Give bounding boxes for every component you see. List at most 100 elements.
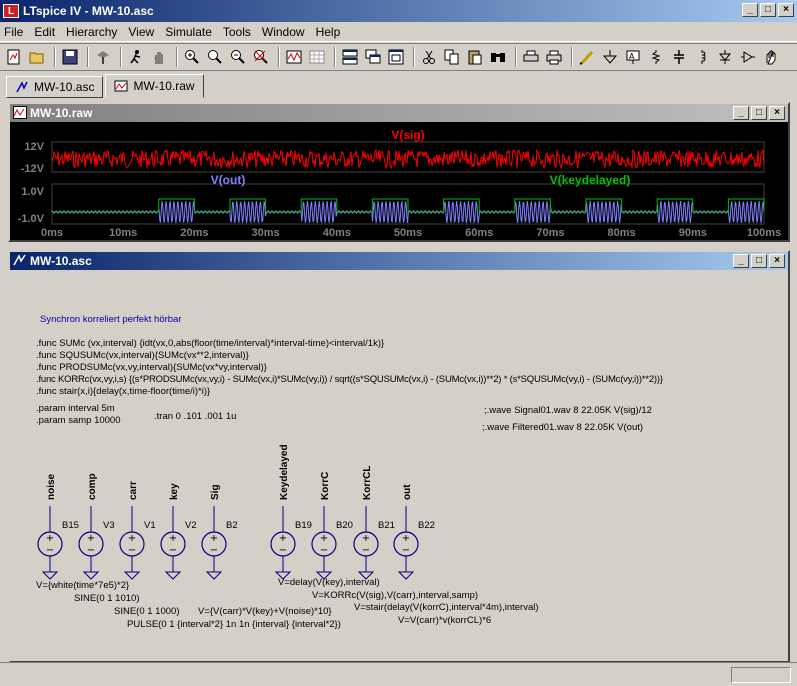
source-value[interactable]: V=stair(delay(V(korrC),interval*4m),inte… [354,602,539,613]
menu-file[interactable]: File [4,25,23,39]
voltage-source[interactable]: +− B2 Sig [201,484,238,580]
zoom-out-icon[interactable] [228,47,248,67]
source-value[interactable]: V=delay(V(key),interval) [278,577,380,588]
tab-schematic-label: MW-10.asc [34,80,95,94]
paste-icon[interactable] [465,47,485,67]
draw-wire-icon[interactable] [577,47,597,67]
net-label: Sig [210,484,221,500]
zoom-cancel-icon[interactable] [251,47,271,67]
voltage-source[interactable]: +− V2 key [160,483,197,580]
voltage-source[interactable]: +− V1 carr [119,481,156,580]
component-icon[interactable] [738,47,758,67]
trace-label-v-out[interactable]: V(out) [211,173,246,187]
move-icon[interactable] [761,47,781,67]
resistor-icon[interactable] [646,47,666,67]
tile-horizontal-icon[interactable] [340,47,360,67]
close-button[interactable]: × [778,3,794,17]
menu-simulate[interactable]: Simulate [165,25,212,39]
waveform-icon [13,106,27,119]
menu-hierarchy[interactable]: Hierarchy [66,25,117,39]
source-value[interactable]: PULSE(0 1 {interval*2} 1n 1n {interval} … [127,619,341,630]
waveform-plot[interactable]: V(sig) V(out) V(keydelayed) 12V -12V 1.0… [10,122,788,240]
component-name: V3 [103,520,115,531]
source-value[interactable]: V=KORRc(V(sig),V(carr),interval,samp) [312,590,478,601]
waveform-close-button[interactable]: × [769,106,785,120]
waveform-window-title: MW-10.raw [30,106,93,120]
diode-icon[interactable] [715,47,735,67]
voltage-source[interactable]: +− B15 noise [37,473,79,580]
schematic-canvas[interactable]: Synchron korreliert perfekt hörbar .func… [10,270,788,661]
open-icon[interactable] [27,47,47,67]
zoom-in-icon[interactable] [182,47,202,67]
source-value[interactable]: SINE(0 1 1000) [114,606,179,617]
tab-waveform[interactable]: MW-10.raw [105,74,204,98]
capacitor-icon[interactable] [669,47,689,67]
component-name: B15 [62,520,79,531]
svg-text:+: + [169,533,177,544]
minimize-button[interactable]: _ [742,3,758,17]
source-value[interactable]: SINE(0 1 1010) [74,593,139,604]
menu-tools[interactable]: Tools [223,25,251,39]
inductor-icon[interactable] [692,47,712,67]
trace-label-v-sig[interactable]: V(sig) [391,128,424,142]
x-tick-label: 90ms [679,227,707,239]
voltage-source[interactable]: +− B19 Keydelayed [270,444,312,580]
save-icon[interactable] [60,47,80,67]
waveform-plot-area[interactable]: V(sig) V(out) V(keydelayed) 12V -12V 1.0… [10,122,788,240]
schematic-minimize-button[interactable]: _ [733,254,749,268]
autorange-icon[interactable] [284,47,304,67]
svg-text:−: − [320,545,328,556]
net-label: comp [87,473,98,500]
copy-icon[interactable] [442,47,462,67]
cascade-icon[interactable] [363,47,383,67]
schematic-close-button[interactable]: × [769,254,785,268]
y-tick-label: -1.0V [18,213,45,225]
x-tick-label: 10ms [109,227,137,239]
tab-schematic[interactable]: MW-10.asc [6,76,104,98]
print-icon[interactable] [544,47,564,67]
tab-waveform-label: MW-10.raw [133,79,195,93]
svg-text:−: − [362,545,370,556]
source-value[interactable]: V={V(carr)*V(key)+V(noise)*10} [198,606,332,617]
tile-vertical-icon[interactable] [386,47,406,67]
net-label: carr [128,481,139,500]
label-net-icon[interactable]: A [623,47,643,67]
voltage-source[interactable]: +− B22 out [393,484,435,580]
waveform-window[interactable]: MW-10.raw _ □ × V(sig) V(out) V(keydelay… [8,102,790,242]
zoom-pan-icon[interactable] [205,47,225,67]
control-panel-icon[interactable] [93,47,113,67]
x-tick-label: 50ms [394,227,422,239]
waveform-minimize-button[interactable]: _ [733,106,749,120]
source-value[interactable]: V={white(time*7e5)*2} [36,580,129,591]
grid-icon[interactable] [307,47,327,67]
cut-icon[interactable] [419,47,439,67]
voltage-source[interactable]: +− V3 comp [78,473,115,580]
menu-bar: File Edit Hierarchy View Simulate Tools … [0,22,797,42]
net-label: Keydelayed [279,444,290,500]
print-setup-icon[interactable] [521,47,541,67]
menu-edit[interactable]: Edit [34,25,55,39]
status-box [731,667,791,683]
voltage-source[interactable]: +− B20 KorrC [311,472,353,580]
maximize-button[interactable]: □ [760,3,776,17]
svg-text:+: + [402,533,410,544]
net-label: KorrC [320,472,331,500]
menu-help[interactable]: Help [316,25,341,39]
menu-window[interactable]: Window [262,25,305,39]
voltage-source[interactable]: +− B21 KorrCL [353,466,395,580]
halt-icon[interactable] [149,47,169,67]
new-schematic-icon[interactable] [4,47,24,67]
run-icon[interactable] [126,47,146,67]
ground-icon[interactable] [600,47,620,67]
source-value[interactable]: V=V(carr)*v(korrCL)*6 [398,615,491,626]
schematic-maximize-button[interactable]: □ [751,254,767,268]
x-tick-label: 30ms [252,227,280,239]
x-tick-label: 0ms [41,227,63,239]
net-label: key [169,483,180,500]
trace-label-v-keydelayed[interactable]: V(keydelayed) [550,173,631,187]
find-icon[interactable] [488,47,508,67]
waveform-maximize-button[interactable]: □ [751,106,767,120]
schematic-window[interactable]: MW-10.asc _ □ × Synchron korreliert perf… [8,250,790,663]
menu-view[interactable]: View [128,25,154,39]
svg-text:−: − [46,545,54,556]
